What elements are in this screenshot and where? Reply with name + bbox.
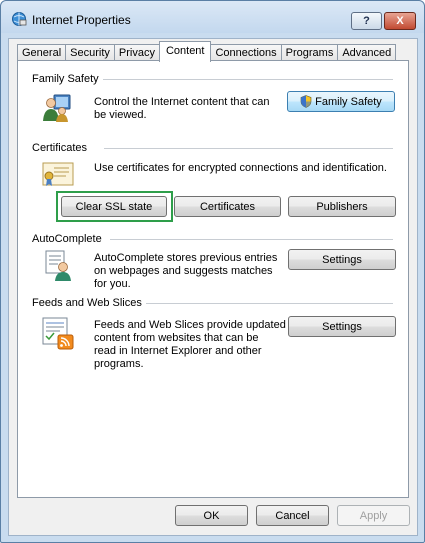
feeds-icon [42, 317, 74, 350]
feeds-description-line: content from websites that can be [94, 332, 259, 344]
publishers-button[interactable]: Publishers [288, 196, 396, 217]
autocomplete-description-line: on webpages and suggests matches [94, 265, 273, 277]
certificates-divider [104, 148, 393, 149]
feeds-description: Feeds and Web Slices provide updated con… [94, 319, 286, 371]
tab-strip: General Security Privacy Content Connect… [17, 41, 397, 62]
publishers-button-label: Publishers [316, 200, 368, 213]
autocomplete-icon [45, 250, 71, 281]
cancel-button[interactable]: Cancel [256, 505, 329, 526]
autocomplete-divider [110, 239, 393, 240]
tab-content[interactable]: Content [158, 41, 212, 62]
certificates-heading: Certificates [32, 142, 92, 154]
feeds-settings-button[interactable]: Settings [288, 316, 396, 337]
feeds-description-line: read in Internet Explorer and other [94, 345, 262, 357]
family-safety-description-line: Control the Internet content that can [94, 96, 270, 108]
internet-properties-window: Internet Properties ? X General Security… [0, 0, 425, 543]
uac-shield-icon [300, 95, 312, 108]
feeds-settings-button-label: Settings [322, 320, 362, 333]
feeds-description-line: programs. [94, 358, 144, 370]
clear-ssl-highlight-box [56, 191, 173, 222]
window-title: Internet Properties [32, 13, 131, 27]
cancel-button-label: Cancel [275, 509, 310, 522]
close-icon: X [396, 15, 404, 27]
family-safety-description-line: be viewed. [94, 109, 147, 121]
dialog-client-area: General Security Privacy Content Connect… [8, 38, 418, 536]
close-button[interactable]: X [384, 12, 416, 30]
certificates-button[interactable]: Certificates [174, 196, 281, 217]
family-safety-button[interactable]: Family Safety [287, 91, 395, 112]
feeds-divider [146, 303, 393, 304]
ok-button[interactable]: OK [175, 505, 248, 526]
title-bar[interactable]: Internet Properties ? X [1, 1, 424, 33]
certificates-description: Use certificates for encrypted connectio… [94, 162, 387, 174]
content-tab-panel: Family Safety Control the Internet conte… [17, 60, 409, 498]
autocomplete-description-line: for you. [94, 278, 131, 290]
apply-button[interactable]: Apply [337, 505, 410, 526]
internet-properties-icon [12, 12, 27, 26]
family-safety-divider [88, 79, 393, 80]
certificates-button-label: Certificates [199, 200, 256, 213]
family-safety-icon [43, 94, 71, 122]
certificate-icon [42, 162, 74, 186]
family-safety-heading: Family Safety [32, 73, 103, 85]
autocomplete-settings-button-label: Settings [322, 253, 362, 266]
autocomplete-description-line: AutoComplete stores previous entries [94, 252, 278, 264]
autocomplete-settings-button[interactable]: Settings [288, 249, 396, 270]
autocomplete-description: AutoComplete stores previous entries on … [94, 252, 277, 291]
feeds-heading: Feeds and Web Slices [32, 297, 146, 309]
ok-button-label: OK [203, 509, 220, 522]
feeds-description-line: Feeds and Web Slices provide updated [94, 319, 286, 331]
family-safety-button-label: Family Safety [315, 95, 382, 108]
apply-button-label: Apply [359, 509, 388, 522]
help-button[interactable]: ? [351, 12, 382, 30]
family-safety-description: Control the Internet content that can be… [94, 96, 270, 122]
autocomplete-heading: AutoComplete [32, 233, 106, 245]
help-button-label: ? [363, 15, 370, 27]
